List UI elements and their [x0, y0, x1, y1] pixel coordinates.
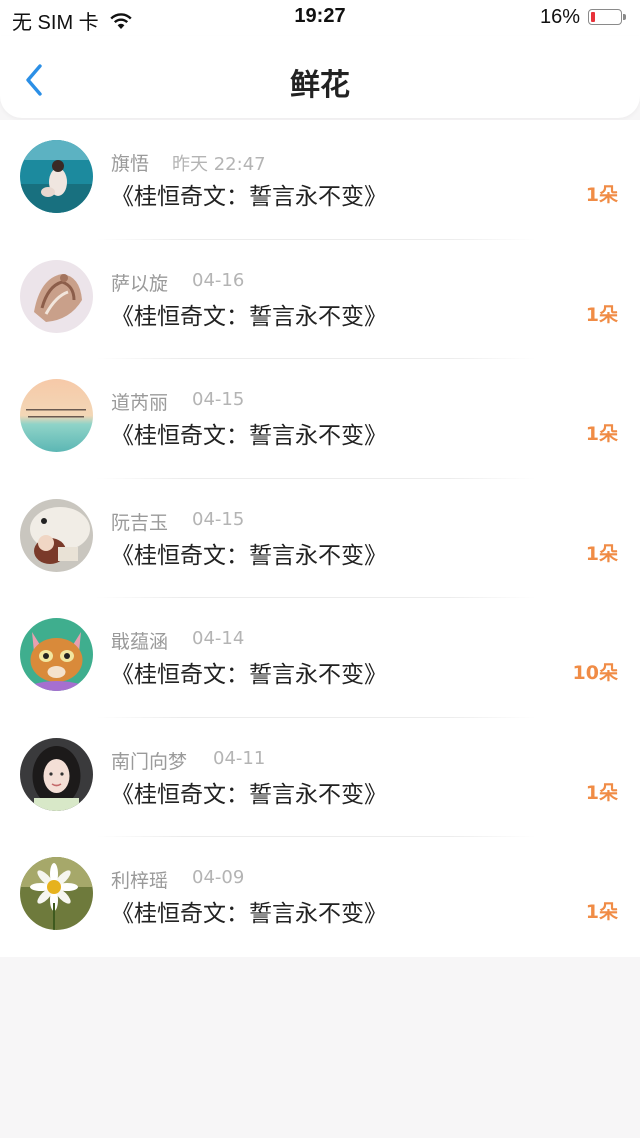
flower-count: 1朵 [585, 184, 618, 206]
battery-icon [588, 8, 628, 27]
flower-count: 1朵 [585, 542, 618, 565]
list-item[interactable]: 戢蕴涵 04-14 《桂恒奇文：誓言永不变》 10朵 [0, 598, 640, 718]
sender-name: 道芮丽 [111, 392, 169, 414]
battery-fill [591, 11, 595, 22]
avatar[interactable] [20, 618, 93, 691]
send-date: 昨天 22:47 [172, 154, 266, 175]
send-date: 04-09 [192, 867, 245, 888]
list-item[interactable]: 阮吉玉 04-15 《桂恒奇文：誓言永不变》 1朵 [0, 479, 640, 598]
book-title: 《桂恒奇文：誓言永不变》 [111, 423, 387, 449]
sender-name: 阮吉玉 [111, 511, 169, 534]
nav-bar: 鲜花 [0, 36, 640, 118]
avatar-daisy [20, 857, 93, 930]
list-item[interactable]: 道芮丽 04-15 《桂恒奇文：誓言永不变》 1朵 [0, 359, 640, 479]
send-date: 04-14 [192, 628, 245, 649]
flower-count: 1朵 [585, 781, 618, 804]
sender-name: 萨以旋 [111, 272, 169, 295]
sender-name: 戢蕴涵 [111, 631, 169, 653]
flower-count: 10朵 [572, 662, 618, 684]
list-item[interactable]: 南门向梦 04-11 《桂恒奇文：誓言永不变》 1朵 [0, 718, 640, 837]
send-date: 04-15 [192, 389, 245, 410]
list-item[interactable]: 萨以旋 04-16 《桂恒奇文：誓言永不变》 1朵 [0, 240, 640, 359]
page-title: 鲜花 [290, 68, 350, 103]
sender-name: 南门向梦 [111, 750, 188, 773]
flower-list: 旗悟 昨天 22:47 《桂恒奇文：誓言永不变》 1朵 萨以旋 04-16 《桂… [0, 120, 640, 957]
status-bar: 无 SIM 卡 19:27 16% [0, 0, 640, 36]
status-right: 16% [540, 6, 628, 29]
avatar-girl-polar-bear [20, 498, 93, 572]
book-title: 《桂恒奇文：誓言永不变》 [111, 303, 387, 330]
book-title: 《桂恒奇文：誓言永不变》 [111, 901, 387, 927]
avatar[interactable] [20, 857, 93, 930]
flower-count: 1朵 [585, 901, 618, 923]
send-date: 04-15 [192, 508, 245, 530]
flower-count: 1朵 [585, 303, 618, 326]
avatar-ocean-couple [20, 140, 93, 213]
avatar[interactable] [20, 259, 93, 333]
avatar[interactable] [20, 737, 93, 811]
sender-name: 利梓瑶 [111, 870, 169, 892]
book-title: 《桂恒奇文：誓言永不变》 [111, 184, 387, 210]
flower-count: 1朵 [585, 423, 618, 445]
send-date: 04-11 [213, 747, 266, 769]
book-title: 《桂恒奇文：誓言永不变》 [111, 781, 387, 808]
battery-percent: 16% [539, 6, 580, 28]
avatar[interactable] [20, 379, 93, 452]
avatar-sunset-sea [20, 379, 93, 452]
page: 无 SIM 卡 19:27 16% 鲜花 旗悟 昨天 22:47 《桂恒奇文：誓… [0, 0, 640, 1138]
book-title: 《桂恒奇文：誓言永不变》 [111, 542, 387, 569]
avatar[interactable] [20, 498, 93, 572]
avatar-girl-portrait [20, 737, 93, 811]
sender-name: 旗悟 [111, 153, 150, 175]
book-title: 《桂恒奇文：誓言永不变》 [111, 662, 387, 688]
list-item[interactable]: 利梓瑶 04-09 《桂恒奇文：誓言永不变》 1朵 [0, 837, 640, 957]
avatar-cartoon-cat [20, 618, 93, 691]
avatar[interactable] [20, 140, 93, 213]
avatar-seashell [20, 259, 93, 333]
send-date: 04-16 [192, 269, 245, 291]
list-item[interactable]: 旗悟 昨天 22:47 《桂恒奇文：誓言永不变》 1朵 [0, 120, 640, 240]
